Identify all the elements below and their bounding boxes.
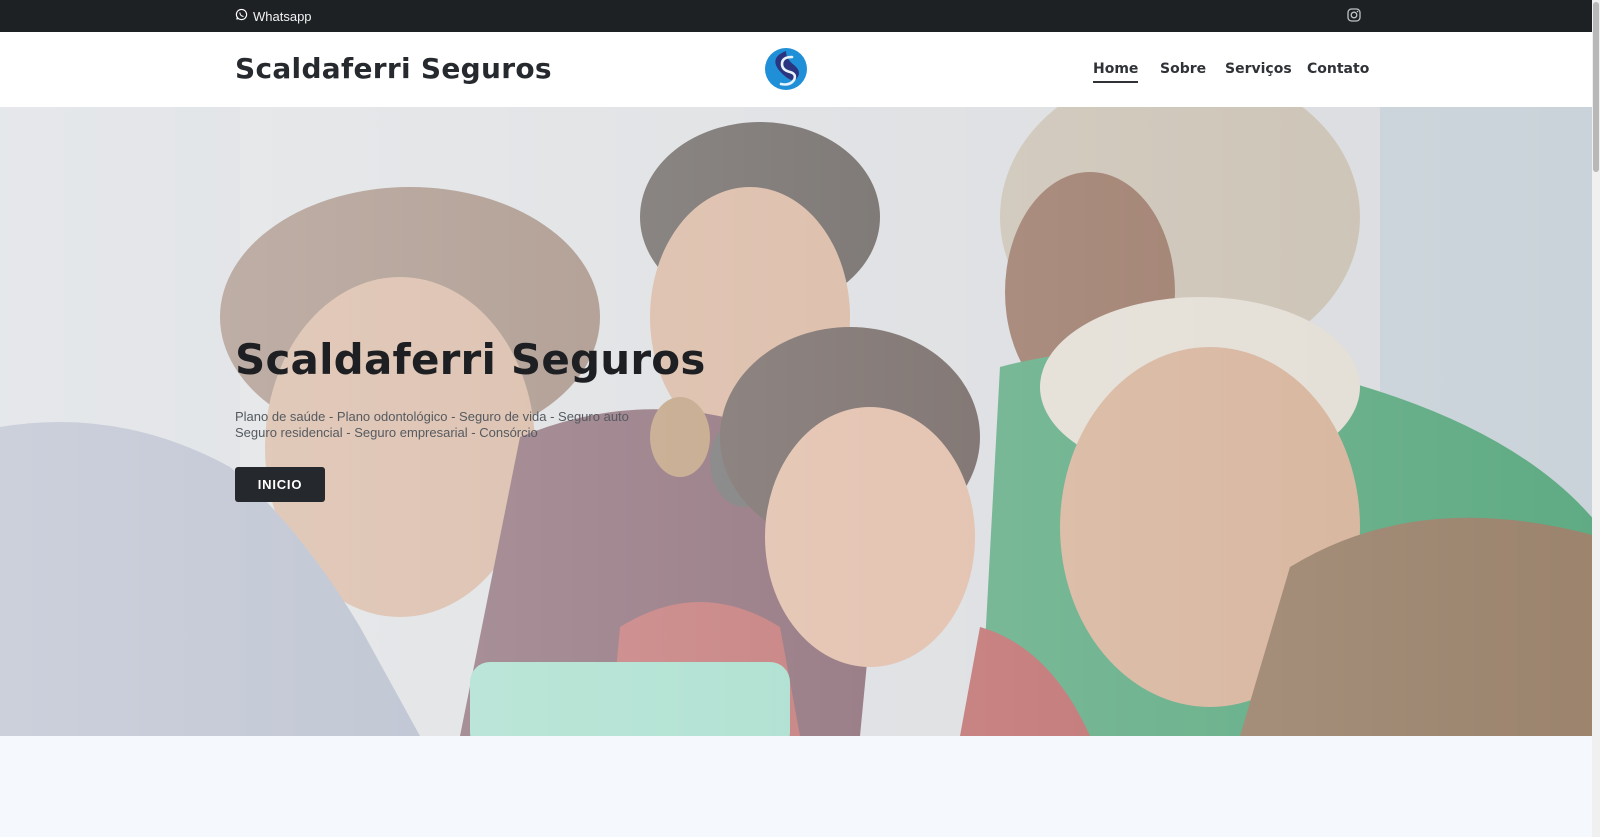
instagram-icon[interactable] xyxy=(1347,8,1361,22)
nav-contato[interactable]: Contato xyxy=(1307,61,1369,77)
site-header: Scaldaferri Seguros Home Sobre Serviços … xyxy=(0,32,1600,108)
main-nav: Home Sobre Serviços Contato xyxy=(0,32,1600,107)
whatsapp-icon xyxy=(235,8,248,24)
hero-section: Scaldaferri Seguros Plano de saúde - Pla… xyxy=(0,107,1600,736)
hero-title: Scaldaferri Seguros xyxy=(235,335,706,384)
inicio-button[interactable]: INICIO xyxy=(235,467,325,502)
whatsapp-label: Whatsapp xyxy=(253,8,312,24)
top-bar: Whatsapp xyxy=(0,0,1600,32)
nav-sobre[interactable]: Sobre xyxy=(1160,61,1206,77)
page-scrollbar[interactable] xyxy=(1592,0,1600,837)
hero-subtitle-line1: Plano de saúde - Plano odontológico - Se… xyxy=(235,409,629,424)
hero-subtitle-line2: Seguro residencial - Seguro empresarial … xyxy=(235,425,538,440)
nav-servicos[interactable]: Serviços xyxy=(1225,61,1292,77)
whatsapp-link[interactable]: Whatsapp xyxy=(235,8,312,24)
scrollbar-thumb[interactable] xyxy=(1593,2,1599,172)
nav-home[interactable]: Home xyxy=(1093,61,1139,83)
hero-subtitle: Plano de saúde - Plano odontológico - Se… xyxy=(235,409,629,441)
